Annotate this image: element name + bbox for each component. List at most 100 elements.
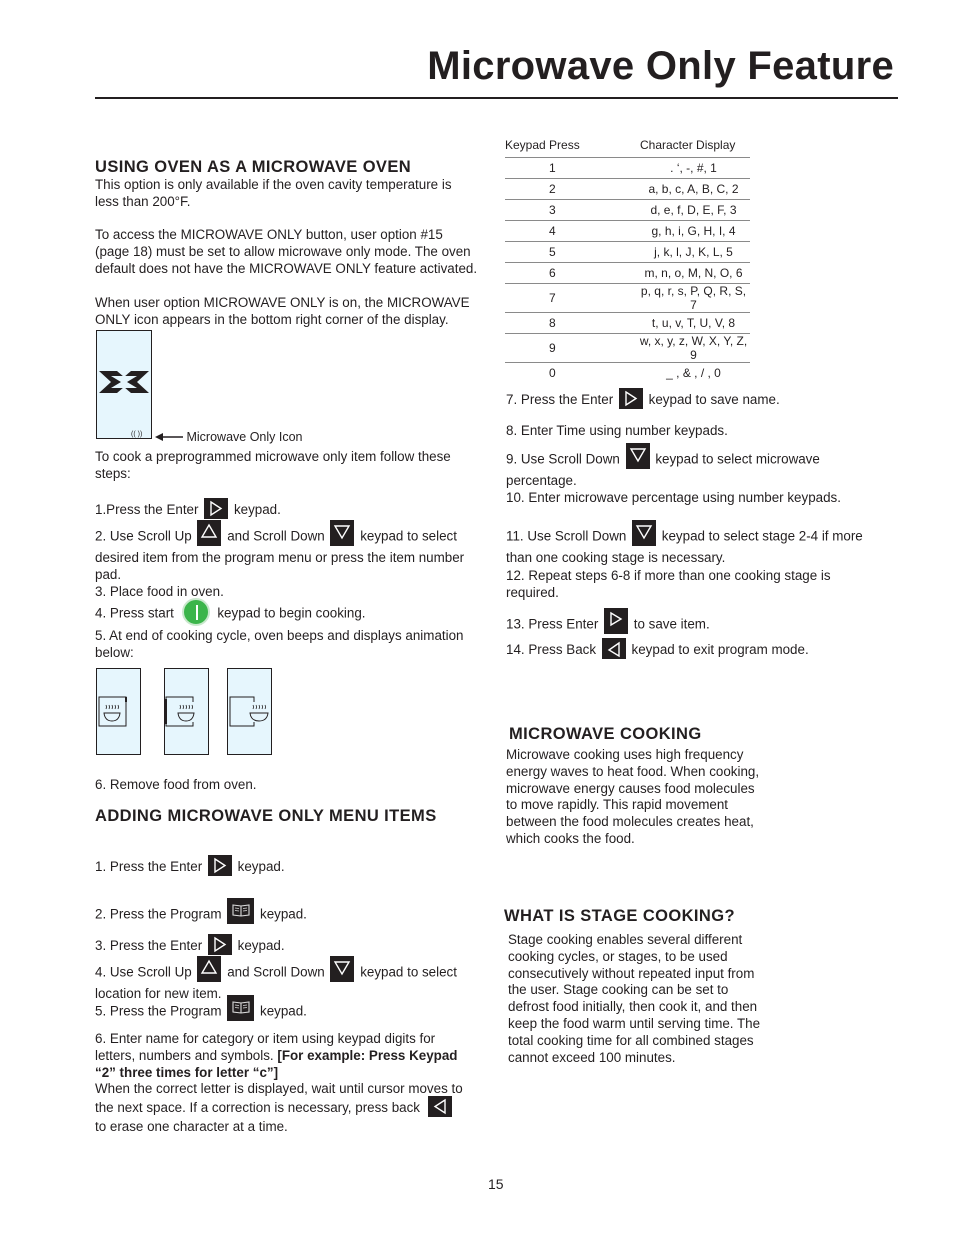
animation-frame-1 xyxy=(96,668,141,755)
character-display-cell: j, k, l, J, K, L, 5 xyxy=(637,241,750,263)
step-text: 1.Press the Enter xyxy=(95,502,199,518)
scroll-down-keypad-icon xyxy=(330,956,355,982)
availability-paragraph: This option is only available if the ove… xyxy=(95,177,500,211)
add-step-2: 2. Press the Program keypad. xyxy=(95,898,307,928)
character-display-cell: _ , & , / , 0 xyxy=(637,362,750,383)
table-row: 6 m, n, o, M, N, O, 6 xyxy=(505,262,750,284)
step-text: 5. Press the Program xyxy=(95,1003,222,1019)
text-line: energy waves to heat food. When cooking, xyxy=(506,763,760,779)
microwave-cooking-paragraph: Microwave cooking uses high frequency ene… xyxy=(506,747,796,848)
cook-step-1: 1.Press the Enter keypad. xyxy=(95,498,281,521)
cook-intro: To cook a preprogrammed microwave only i… xyxy=(95,449,500,483)
step-text: keypad to select xyxy=(360,964,457,980)
text-line: cooking cycles, or stages, to be used xyxy=(508,948,728,964)
character-display-cell: d, e, f, D, E, F, 3 xyxy=(637,199,750,221)
character-display-cell: t, u, v, T, U, V, 8 xyxy=(637,312,750,334)
text-line: default does not have the MICROWAVE ONLY… xyxy=(95,260,478,276)
animation-frame-3 xyxy=(227,668,272,755)
text-line: total cooking time for all combined stag… xyxy=(508,1032,754,1048)
keypad-press-cell: 1 xyxy=(505,157,637,179)
section-heading-using-oven: USING OVEN AS A MICROWAVE OVEN xyxy=(95,158,412,176)
text-line: less than 200°F. xyxy=(95,193,191,209)
keypad-press-cell: 0 xyxy=(505,362,637,383)
text-line: ONLY icon appears in the bottom right co… xyxy=(95,311,449,327)
step-text: keypad. xyxy=(260,1003,307,1019)
step-text: 9. Use Scroll Down xyxy=(506,451,620,467)
character-display-cell: w, x, y, z, W, X, Y, Z, 9 xyxy=(637,333,750,363)
start-keypad-icon xyxy=(181,598,210,626)
text-line: keep the food warm until serving time. T… xyxy=(508,1015,761,1031)
program-keypad-icon xyxy=(227,898,255,924)
table-row: 9 w, x, y, z, W, X, Y, Z, 9 xyxy=(505,333,750,363)
character-display-cell: a, b, c, A, B, C, 2 xyxy=(637,178,750,200)
icon-callout: Microwave Only Icon xyxy=(155,430,303,445)
scroll-up-keypad-icon xyxy=(197,520,222,546)
step-text: 3. Press the Enter xyxy=(95,938,203,954)
step-text: keypad to select stage 2-4 if more xyxy=(661,528,863,544)
step-text: keypad. xyxy=(233,502,281,518)
text-line: Microwave cooking uses high frequency xyxy=(506,747,744,762)
step-text: keypad to begin cooking. xyxy=(217,605,366,621)
step-text: and Scroll Down xyxy=(227,528,325,544)
text-line: desired item from the program menu or pr… xyxy=(95,550,465,565)
example-text: [For example: Press Keypad xyxy=(277,1047,458,1063)
text-line: (page 18) must be set to allow microwave… xyxy=(95,243,471,259)
add-step-5: 5. Press the Program keypad. xyxy=(95,995,307,1025)
keypad-press-cell: 8 xyxy=(505,312,637,334)
table-row: 7 p, q, r, s, P, Q, R, S, 7 xyxy=(505,283,750,313)
step-text: keypad to save name. xyxy=(648,392,780,408)
page-number: 15 xyxy=(488,1176,504,1192)
column-header-keypad-press: Keypad Press xyxy=(505,138,580,152)
step-text: keypad to select microwave xyxy=(655,451,820,467)
column-header-character-display: Character Display xyxy=(640,138,736,152)
step-text: keypad. xyxy=(237,938,285,954)
text-line: the user. Stage cooking can be set to xyxy=(508,982,729,998)
icon-caption: Microwave Only Icon xyxy=(186,430,303,444)
section-heading-adding-items: ADDING MICROWAVE ONLY MENU ITEMS xyxy=(95,807,437,825)
step-text: 7. Press the Enter xyxy=(506,392,614,408)
step-text: 14. Press Back xyxy=(506,642,597,658)
cook-step-5: 5. At end of cooking cycle, oven beeps a… xyxy=(95,628,464,643)
text-line: microwave energy causes food molecules xyxy=(506,780,755,796)
table-row: 1. ‘, -, #, 1 xyxy=(505,157,750,179)
food-bowl-icon xyxy=(165,696,195,727)
keypad-press-cell: 4 xyxy=(505,220,637,242)
program-keypad-icon xyxy=(227,995,255,1021)
x-logo-icon: (( )) xyxy=(99,371,149,438)
step-text: keypad. xyxy=(237,859,285,875)
cook-step-4: 4. Press start keypad to begin cooking. … xyxy=(95,598,505,662)
step-text: 2. Use Scroll Up xyxy=(95,528,192,544)
text-line: Stage cooking enables several different xyxy=(508,932,743,947)
step-text: 11. Use Scroll Down xyxy=(506,528,627,544)
text-line: To access the MICROWAVE ONLY button, use… xyxy=(95,227,443,242)
text-line: When user option MICROWAVE ONLY is on, t… xyxy=(95,295,470,310)
character-display-cell: . ‘, -, #, 1 xyxy=(637,157,750,179)
add-step-8: 8. Enter Time using number keypads. xyxy=(506,423,728,438)
add-step-10: 10. Enter microwave percentage using num… xyxy=(506,489,841,505)
add-step-9: 9. Use Scroll Down keypad to select micr… xyxy=(506,443,886,507)
step-text: keypad to exit program mode. xyxy=(631,642,809,658)
text-line: percentage. xyxy=(506,473,577,488)
text-line: consecutively without repeated input fro… xyxy=(508,965,755,981)
character-display-cell: g, h, i, G, H, I, 4 xyxy=(637,220,750,242)
section-heading-stage-cooking: WHAT IS STAGE COOKING? xyxy=(504,907,735,925)
text-line: to erase one character at a time. xyxy=(95,1119,288,1135)
text-line: pad. xyxy=(95,566,122,582)
character-display-cell: m, n, o, M, N, O, 6 xyxy=(637,262,750,284)
text-line: defrost food initially, then cook it, an… xyxy=(508,999,758,1015)
enter-keypad-icon xyxy=(204,498,229,519)
text-line: below: xyxy=(95,644,134,660)
add-step-13: 13. Press Enter to save item. xyxy=(506,608,710,638)
section-heading-microwave-cooking: MICROWAVE COOKING xyxy=(509,725,702,743)
enter-keypad-icon xyxy=(207,934,232,955)
keypad-press-cell: 7 xyxy=(505,283,637,313)
access-paragraph: To access the MICROWAVE ONLY button, use… xyxy=(95,227,505,277)
cook-step-3: 3. Place food in oven. xyxy=(95,583,224,599)
enter-keypad-icon xyxy=(618,388,643,409)
enter-keypad-icon xyxy=(604,608,629,634)
keypad-character-table: Keypad Press Character Display 1. ‘, -, … xyxy=(505,136,750,383)
text-line: steps: xyxy=(95,465,131,481)
text-line: required. xyxy=(506,584,559,600)
table-row: 8 t, u, v, T, U, V, 8 xyxy=(505,312,750,334)
keypad-press-cell: 6 xyxy=(505,262,637,284)
